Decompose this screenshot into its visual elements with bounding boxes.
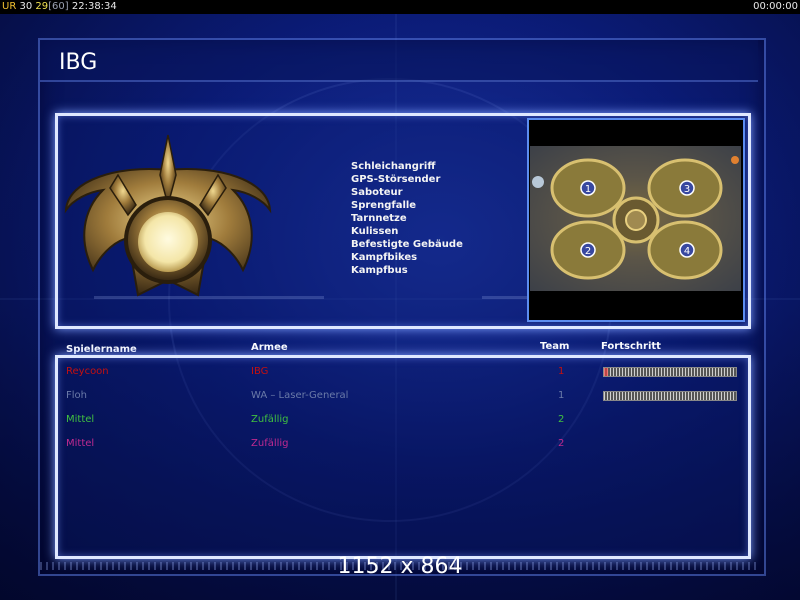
svg-text:3: 3 <box>684 184 690 195</box>
status-value-b: 29 <box>35 1 49 12</box>
svg-text:4: 4 <box>684 246 690 257</box>
status-bar: UR 30 29[60] 22:38:34 00:00:00 <box>0 0 800 14</box>
player-team: 1 <box>558 390 565 401</box>
player-row: Reycoon IBG 1 <box>0 365 800 379</box>
player-name: Mittel <box>66 414 95 425</box>
player-team: 1 <box>558 366 565 377</box>
progress-bar <box>603 391 737 401</box>
column-header-team: Team <box>540 341 570 352</box>
player-team: 2 <box>558 438 565 449</box>
player-team: 2 <box>558 414 565 425</box>
resolution-label: 1152 x 864 <box>337 554 463 579</box>
start-position-1: 1 <box>580 180 596 196</box>
title-bar <box>40 40 758 82</box>
upgrade-item: GPS-Störsender <box>351 174 441 185</box>
player-name: Mittel <box>66 438 95 449</box>
map-preview-image: 1 3 2 4 <box>530 146 741 291</box>
upgrade-item: Sprengfalle <box>351 200 417 211</box>
start-position-2: 2 <box>580 242 596 258</box>
player-army: IBG <box>251 366 269 377</box>
panel-divider-right <box>482 296 532 299</box>
column-header-army: Armee <box>251 342 288 353</box>
status-value-c: 60 <box>52 1 65 12</box>
status-bar-left: UR 30 29[60] 22:38:34 <box>2 0 117 14</box>
status-bracket-close: ] <box>64 1 69 12</box>
upgrade-item: Tarnnetze <box>351 213 407 224</box>
page-title: IBG <box>59 50 98 75</box>
player-list-panel <box>55 355 751 559</box>
player-name: Floh <box>66 390 87 401</box>
player-army: WA – Laser-General <box>251 390 349 401</box>
player-name: Reycoon <box>66 366 109 377</box>
player-row: Floh WA – Laser-General 1 <box>0 389 800 403</box>
start-position-3: 3 <box>679 180 695 196</box>
upgrade-item: Kulissen <box>351 226 399 237</box>
progress-bar <box>603 367 737 377</box>
status-clock: 22:38:34 <box>71 1 117 12</box>
upgrade-item: Befestigte Gebäude <box>351 239 463 250</box>
upgrade-item: Kampfbikes <box>351 252 418 263</box>
progress-fill <box>604 368 608 376</box>
player-row: Mittel Zufällig 2 <box>0 437 800 451</box>
player-army: Zufällig <box>251 414 289 425</box>
upgrade-item: Kampfbus <box>351 265 408 276</box>
upgrade-item: Schleichangriff <box>351 161 436 172</box>
faction-emblem-icon <box>64 134 272 297</box>
column-header-progress: Fortschritt <box>601 341 661 352</box>
svg-text:2: 2 <box>585 246 591 257</box>
player-row: Mittel Zufällig 2 <box>0 413 800 427</box>
upgrade-item: Saboteur <box>351 187 403 198</box>
player-army: Zufällig <box>251 438 289 449</box>
svg-text:1: 1 <box>585 184 591 195</box>
column-header-player: Spielername <box>66 344 137 355</box>
map-terrain: 1 3 2 4 <box>532 156 739 280</box>
start-position-4: 4 <box>679 242 695 258</box>
status-timer: 00:00:00 <box>753 1 798 12</box>
status-value-a: 30 <box>19 1 33 12</box>
status-label: UR <box>2 1 17 12</box>
upgrade-list: Schleichangriff GPS-Störsender Saboteur … <box>351 160 463 277</box>
